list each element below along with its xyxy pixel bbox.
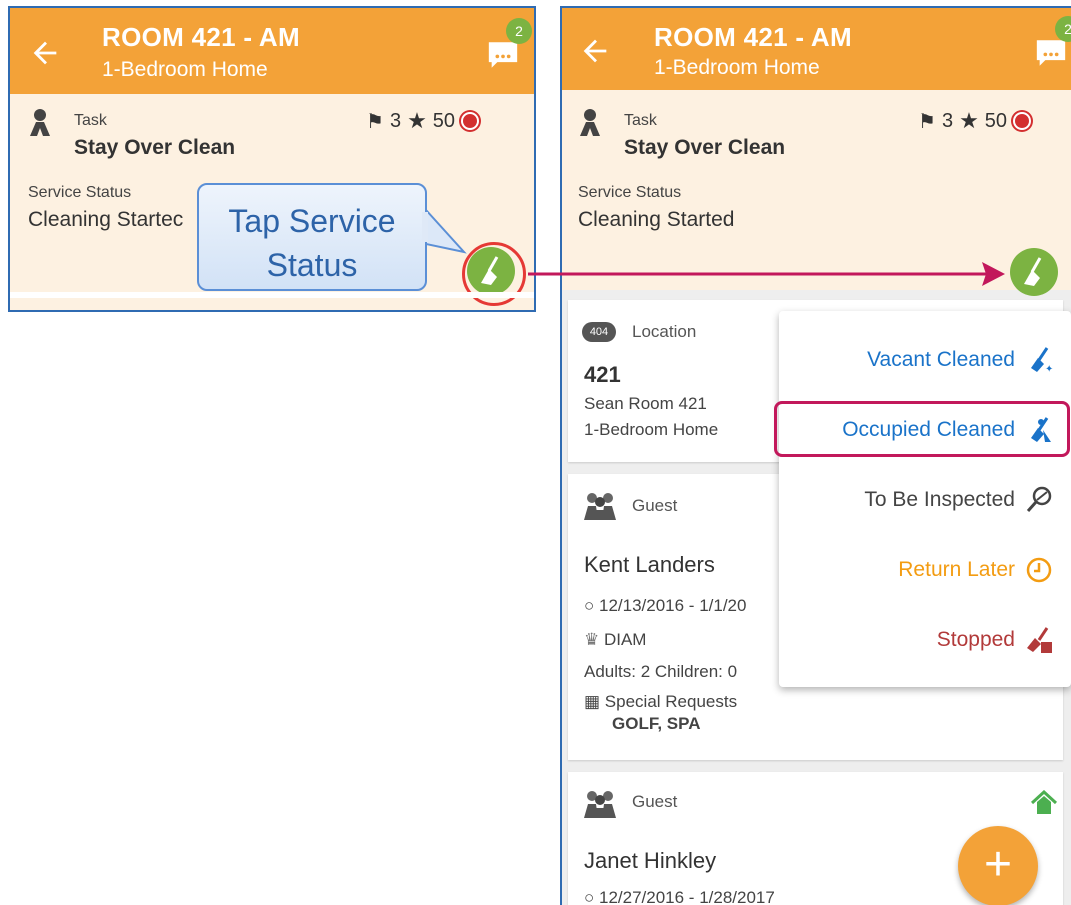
broom-icon <box>1024 257 1042 286</box>
guest-tier: ♛ DIAM <box>584 630 647 649</box>
guest-label: Guest <box>632 496 678 515</box>
person-icon <box>30 109 50 136</box>
task-card: Task Stay Over Clean ⚑ 3 ★ 50 Service St… <box>562 90 1071 296</box>
star-icon: ★ <box>407 108 427 133</box>
task-label: Task <box>624 112 657 129</box>
location-number: 421 <box>584 362 621 387</box>
service-status-button[interactable] <box>467 247 515 295</box>
flag-icon: ⚑ <box>918 110 936 133</box>
room-title: ROOM 421 - AM <box>654 22 852 52</box>
tap-service-status-callout: Tap Service Status <box>197 183 427 291</box>
location-badge-icon: 404 <box>582 322 616 342</box>
back-arrow-icon[interactable] <box>578 34 612 68</box>
svg-text:✦: ✦ <box>1045 364 1053 374</box>
callout-tail <box>422 207 467 254</box>
callout-text: Tap Service Status <box>228 203 396 283</box>
menu-item-vacant-cleaned[interactable]: Vacant Cleaned ✦ <box>779 325 1071 395</box>
priority-dot-icon <box>1013 112 1032 130</box>
broom-icon <box>481 256 499 285</box>
guest-dates: ○ 12/13/2016 - 1/1/20 <box>584 596 747 615</box>
menu-item-to-be-inspected[interactable]: To Be Inspected <box>779 465 1071 535</box>
guests-icon <box>584 791 616 818</box>
task-stats: ⚑ 3 ★ 50 <box>366 108 480 134</box>
crown-icon: ♛ <box>584 630 604 649</box>
special-requests-label: ▦ Special Requests <box>584 692 738 711</box>
location-line1: Sean Room 421 <box>584 394 707 413</box>
notification-badge: 2 <box>506 18 532 44</box>
stopped-icon <box>1027 627 1052 653</box>
flag-count: 3 <box>941 109 954 132</box>
task-value: Stay Over Clean <box>74 136 236 159</box>
service-status-label: Service Status <box>578 184 682 201</box>
vacant-cleaned-icon: ✦ <box>1031 347 1053 374</box>
location-line2: 1-Bedroom Home <box>584 420 719 439</box>
room-subtitle: 1-Bedroom Home <box>654 56 820 79</box>
guest-dates: ○ 12/27/2016 - 1/28/2017 <box>584 888 775 905</box>
app-bar-right: ROOM 421 - AM 1-Bedroom Home 2 <box>562 8 1071 90</box>
menu-item-return-later[interactable]: Return Later <box>779 535 1071 605</box>
after-screen: ROOM 421 - AM 1-Bedroom Home 2 Task Stay… <box>560 6 1071 905</box>
room-title: ROOM 421 - AM <box>102 22 300 52</box>
priority-dot-icon <box>461 112 480 130</box>
task-label: Task <box>74 112 107 129</box>
flag-icon: ⚑ <box>366 110 384 133</box>
task-value: Stay Over Clean <box>624 136 786 159</box>
add-button[interactable]: + <box>958 826 1038 905</box>
guest-name: Janet Hinkley <box>584 848 717 873</box>
clock-outline-icon: ○ <box>584 596 599 615</box>
location-label: Location <box>632 322 697 341</box>
guest-name: Kent Landers <box>584 552 715 577</box>
inspect-icon <box>1026 486 1052 512</box>
flag-count: 3 <box>389 109 402 132</box>
star-count: 50 <box>432 109 456 132</box>
task-stats: ⚑ 3 ★ 50 <box>918 108 1032 134</box>
guest-occupancy: Adults: 2 Children: 0 <box>584 662 738 681</box>
calendar-icon: ▦ <box>584 692 605 711</box>
person-icon <box>580 109 600 136</box>
star-count: 50 <box>984 109 1008 132</box>
service-status-menu: Vacant Cleaned ✦ Occupied Cleaned To Be … <box>774 311 1071 687</box>
back-arrow-icon[interactable] <box>28 36 62 70</box>
guests-icon <box>584 493 616 520</box>
special-requests-value: GOLF, SPA <box>612 714 701 733</box>
card-divider <box>10 292 534 298</box>
occupied-cleaned-highlight <box>774 401 1070 457</box>
room-subtitle: 1-Bedroom Home <box>102 58 268 81</box>
star-icon: ★ <box>959 108 979 133</box>
service-status-value[interactable]: Cleaning Startec <box>28 208 183 232</box>
service-status-label: Service Status <box>28 184 132 201</box>
clock-outline-icon: ○ <box>584 888 599 905</box>
guest-label: Guest <box>632 792 678 811</box>
service-status-value[interactable]: Cleaning Started <box>578 208 734 232</box>
service-status-button[interactable] <box>1010 248 1058 296</box>
home-icon <box>1030 790 1058 814</box>
app-bar: ROOM 421 - AM 1-Bedroom Home 2 <box>10 8 534 94</box>
clock-icon <box>1026 557 1052 583</box>
menu-item-stopped[interactable]: Stopped <box>779 605 1071 675</box>
